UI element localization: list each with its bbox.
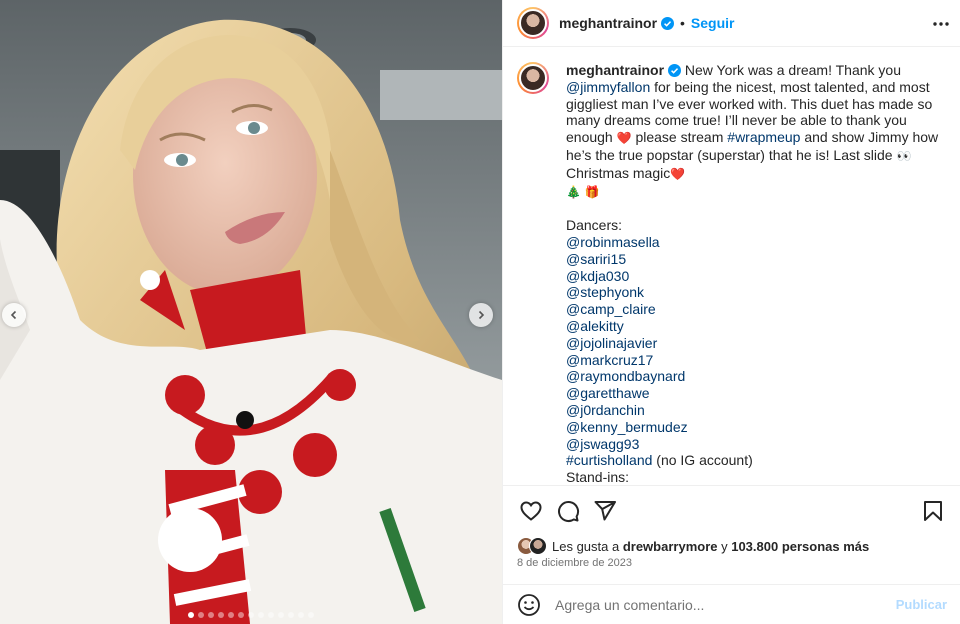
- carousel-dot: [238, 612, 244, 618]
- caption-link[interactable]: @garetthawe: [566, 385, 649, 401]
- caption-text: New York was a dream! Thank you: [684, 62, 901, 78]
- verified-badge-icon: [661, 16, 675, 30]
- caption-text: please stream: [631, 129, 728, 146]
- like-heart-icon[interactable]: [519, 499, 543, 523]
- comment-input[interactable]: [555, 596, 885, 613]
- action-bar: [503, 485, 960, 535]
- caption-link[interactable]: @stephyonk: [566, 284, 644, 300]
- caption-scroll-area[interactable]: meghantrainor New York was a dream! Than…: [503, 48, 960, 484]
- caption-link[interactable]: @jimmyfallon: [566, 79, 650, 95]
- carousel-dot: [218, 612, 224, 618]
- likes-summary[interactable]: Les gusta a drewbarrymore y 103.800 pers…: [517, 536, 869, 556]
- carousel-dot: [208, 612, 214, 618]
- more-options-icon[interactable]: [931, 14, 951, 34]
- publish-button[interactable]: Publicar: [896, 597, 947, 612]
- caption-emoji: 👀: [896, 148, 912, 163]
- chevron-right-icon: [478, 310, 485, 320]
- liker-avatar: [529, 537, 547, 555]
- carousel-dot: [228, 612, 234, 618]
- caption-link[interactable]: @raymondbaynard: [566, 368, 685, 384]
- emoji-icon[interactable]: [517, 593, 541, 617]
- likes-prefix: Les gusta a: [552, 538, 623, 554]
- caption-emoji: 🎄 🎁: [566, 184, 600, 199]
- post-panel: meghantrainor • Seguir meghantrainor New…: [502, 0, 960, 624]
- caption-link[interactable]: @markcruz17: [566, 352, 653, 368]
- carousel-dot: [288, 612, 294, 618]
- carousel-dot: [188, 612, 194, 618]
- carousel-dot: [258, 612, 264, 618]
- author-avatar[interactable]: [517, 7, 549, 39]
- caption-link[interactable]: @jojolinajavier: [566, 335, 657, 351]
- post-photo: [0, 0, 502, 624]
- caption-emoji: ❤️: [616, 131, 632, 146]
- carousel-dot: [298, 612, 304, 618]
- caption: meghantrainor New York was a dream! Than…: [566, 62, 946, 484]
- share-send-icon[interactable]: [593, 499, 617, 523]
- likes-count[interactable]: 103.800 personas más: [731, 539, 869, 554]
- previous-slide-button[interactable]: [2, 303, 26, 327]
- carousel-dot: [308, 612, 314, 618]
- post-header: meghantrainor • Seguir: [503, 0, 960, 47]
- caption-username[interactable]: meghantrainor: [566, 62, 664, 78]
- caption-link[interactable]: #wrapmeup: [727, 129, 800, 145]
- caption-link[interactable]: @camp_claire: [566, 301, 656, 317]
- carousel-dot: [278, 612, 284, 618]
- caption-link[interactable]: @kdja030: [566, 268, 629, 284]
- carousel-dot: [248, 612, 254, 618]
- caption-emoji: ❤️: [670, 166, 686, 181]
- save-bookmark-icon[interactable]: [921, 499, 945, 523]
- caption-text: Christmas magic: [566, 164, 671, 181]
- follow-button[interactable]: Seguir: [691, 15, 735, 31]
- carousel-dot: [198, 612, 204, 618]
- post-date[interactable]: 8 de diciembre de 2023: [517, 557, 632, 569]
- caption-author-avatar[interactable]: [517, 62, 549, 94]
- verified-badge-icon: [668, 64, 682, 77]
- caption-text: Dancers:: [566, 217, 623, 234]
- author-username[interactable]: meghantrainor: [559, 15, 657, 31]
- post-media[interactable]: [0, 0, 502, 624]
- caption-link[interactable]: @sariri15: [566, 251, 626, 267]
- header-separator: •: [680, 15, 685, 31]
- carousel-dot: [268, 612, 274, 618]
- liker-username[interactable]: drewbarrymore: [623, 539, 718, 554]
- caption-link[interactable]: @jswagg93: [566, 436, 639, 452]
- caption-link[interactable]: @j0rdanchin: [566, 402, 645, 418]
- carousel-indicator: [0, 612, 502, 618]
- chevron-left-icon: [10, 310, 17, 320]
- caption-link[interactable]: @alekitty: [566, 318, 624, 334]
- caption-link[interactable]: #curtisholland: [566, 452, 652, 468]
- comment-icon[interactable]: [556, 499, 580, 523]
- likes-middle: y: [717, 538, 732, 554]
- caption-link[interactable]: @kenny_bermudez: [566, 419, 688, 435]
- caption-link[interactable]: @robinmasella: [566, 234, 660, 250]
- comment-bar: Publicar: [503, 584, 960, 624]
- next-slide-button[interactable]: [469, 303, 493, 327]
